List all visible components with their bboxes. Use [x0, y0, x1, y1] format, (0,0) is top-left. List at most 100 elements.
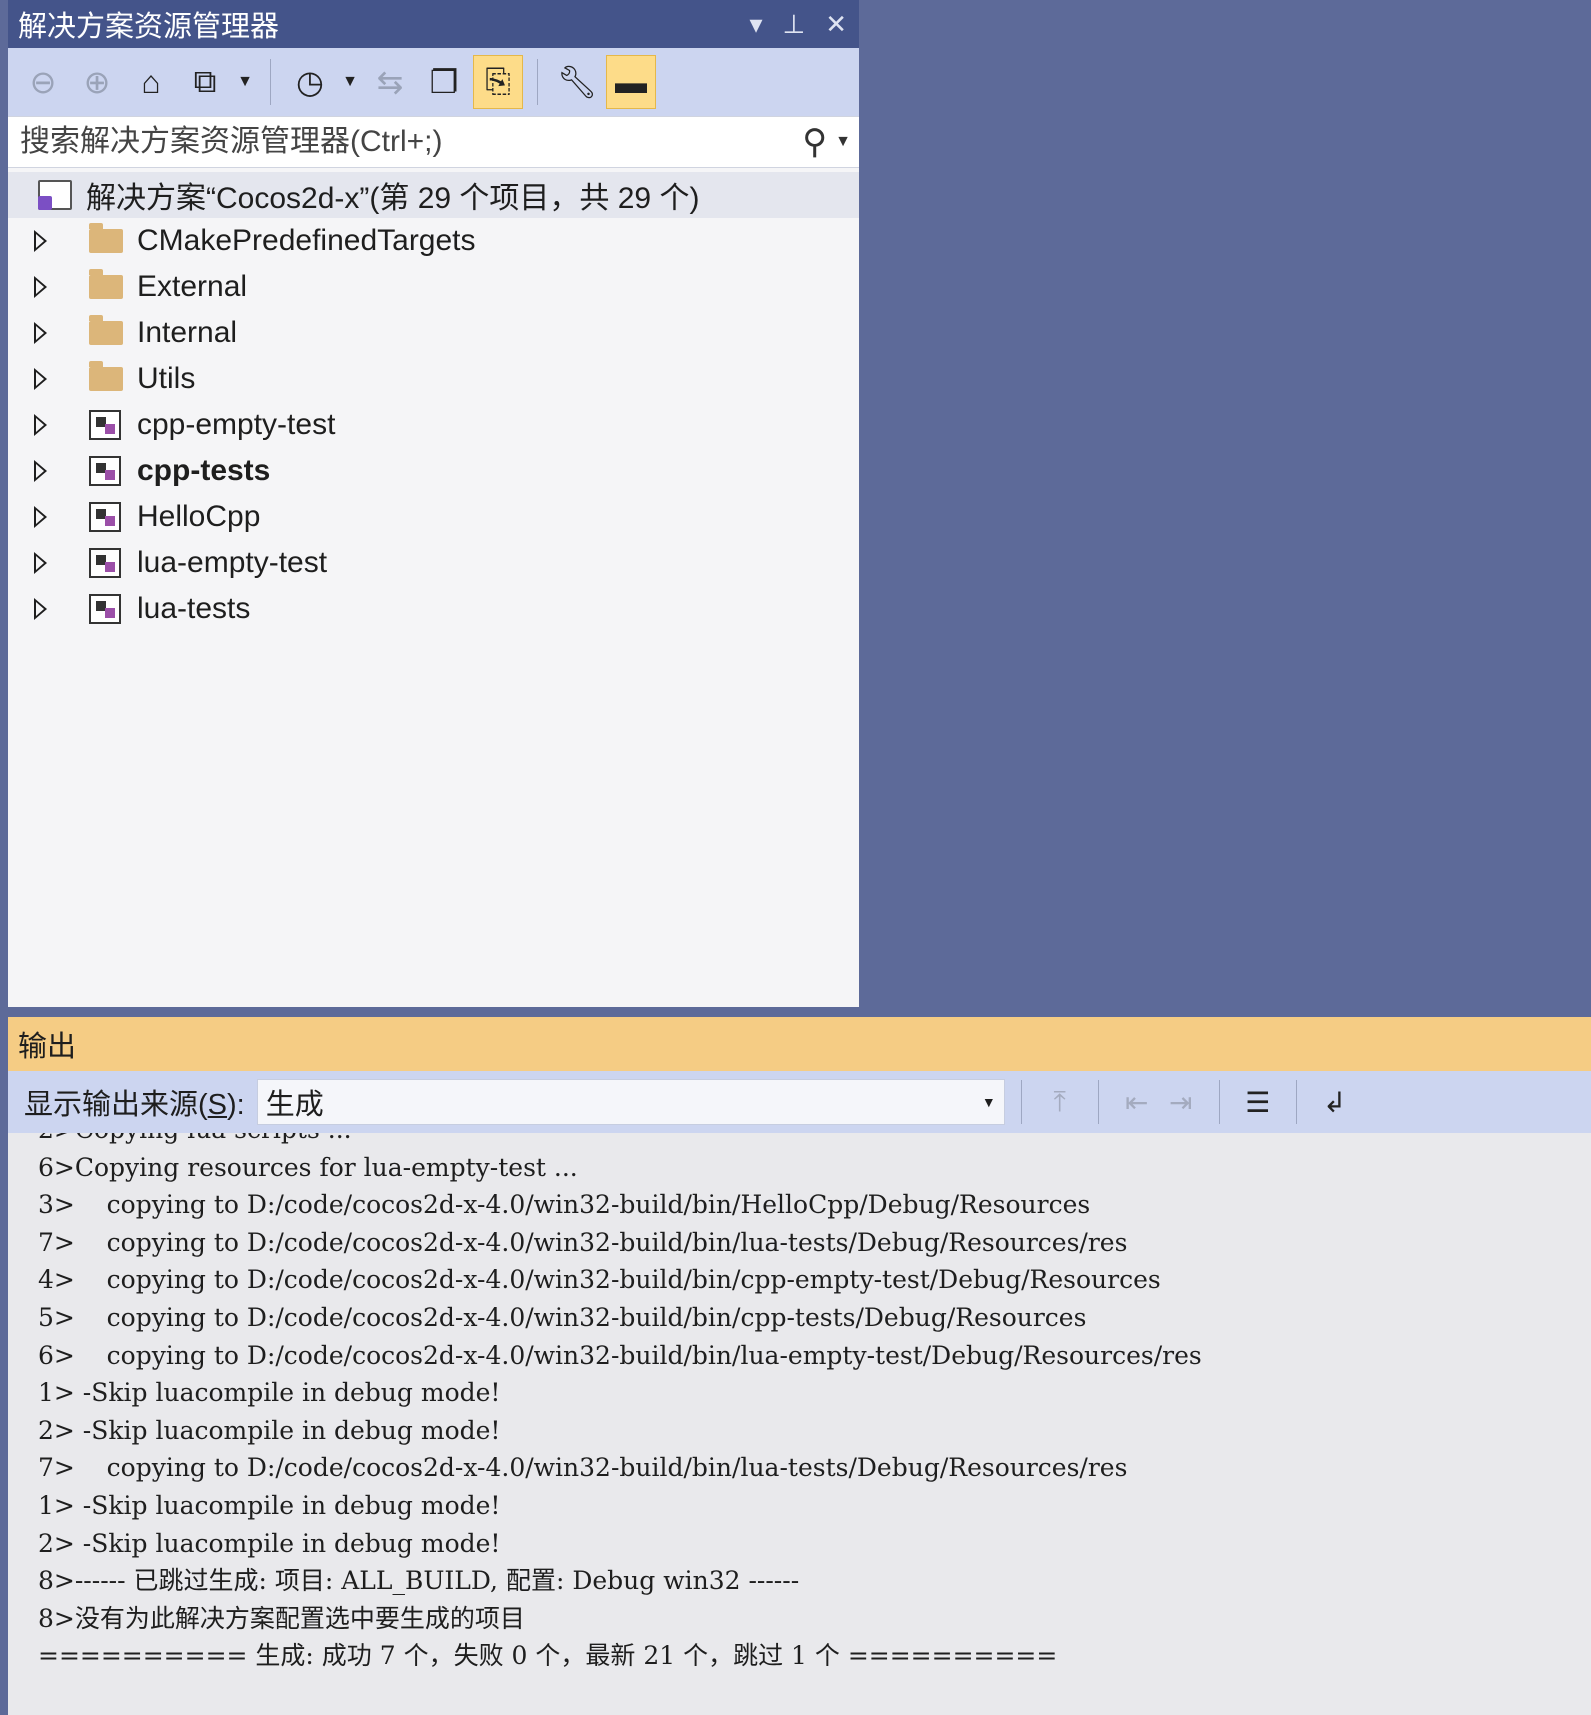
output-line: 2> -Skip luacompile in debug mode! — [38, 1528, 501, 1558]
output-line: 4> copying to D:/code/cocos2d-x-4.0/win3… — [38, 1265, 1161, 1295]
tree-item-label: Utils — [137, 362, 196, 395]
tree-item-utils[interactable]: Utils — [8, 356, 859, 402]
toolbar-separator — [1097, 1080, 1099, 1124]
output-line: 6> copying to D:/code/cocos2d-x-4.0/win3… — [38, 1340, 1202, 1370]
folder-icon — [89, 269, 123, 299]
expand-arrow-icon[interactable] — [34, 598, 47, 620]
cpp-project-icon — [89, 410, 121, 440]
solution-explorer-panel: 解决方案资源管理器 ▾ ⊥ ✕ ⊖ ⊕ ⌂ ⧉ ▼ ◷ ▼ ⇆ ❐ ⎘ 🔧︎ ▬… — [8, 0, 859, 1007]
expand-arrow-icon[interactable] — [34, 368, 47, 390]
search-input[interactable] — [18, 124, 782, 160]
output-title: 输出 — [18, 1031, 77, 1063]
output-line: ========== 生成: 成功 7 个，失败 0 个，最新 21 个，跳过 … — [38, 1641, 1058, 1671]
expand-arrow-icon[interactable] — [34, 322, 47, 344]
toolbar-separator — [1218, 1080, 1220, 1124]
solution-icon — [38, 180, 72, 210]
output-line: 7> copying to D:/code/cocos2d-x-4.0/win3… — [38, 1453, 1128, 1483]
folder-icon — [89, 361, 123, 391]
folder-icon — [89, 223, 123, 253]
tree-item-cpp-tests[interactable]: cpp-tests — [8, 448, 859, 494]
output-line: 7> copying to D:/code/cocos2d-x-4.0/win3… — [38, 1227, 1128, 1257]
tree-item-label: Internal — [137, 316, 238, 349]
toolbar-separator — [537, 59, 538, 105]
solution-explorer-title: 解决方案资源管理器 — [18, 11, 280, 43]
clear-all-icon[interactable]: ☰ — [1236, 1078, 1280, 1126]
output-text-area[interactable]: 2>Copying lua scripts ... 6>Copying reso… — [8, 1133, 1591, 1715]
tree-item-hellocpp[interactable]: HelloCpp — [8, 494, 859, 540]
tree-item-label-startup: cpp-tests — [137, 454, 271, 487]
forward-icon[interactable]: ⊕ — [72, 55, 122, 109]
output-panel: 输出 显示输出来源(S): 生成 ▼ ⤒ ⇤ ⇥ ☰ ↲ 2>Copying l… — [8, 1017, 1591, 1715]
solution-explorer-toolbar: ⊖ ⊕ ⌂ ⧉ ▼ ◷ ▼ ⇆ ❐ ⎘ 🔧︎ ▬ — [8, 48, 859, 116]
folder-icon — [89, 315, 123, 345]
solution-tree: 解决方案“Cocos2d-x”(第 29 个项目，共 29 个) CMakePr… — [8, 168, 859, 632]
chevron-down-icon: ▼ — [981, 1094, 996, 1110]
expand-arrow-icon[interactable] — [34, 276, 47, 298]
window-position-dropdown-icon[interactable]: ▾ — [749, 11, 762, 37]
pending-changes-filter-icon[interactable]: ◷ — [285, 55, 335, 109]
cpp-project-icon — [89, 456, 121, 486]
tree-item-lua-empty-test[interactable]: lua-empty-test — [8, 540, 859, 586]
solution-root-node[interactable]: 解决方案“Cocos2d-x”(第 29 个项目，共 29 个) — [8, 172, 859, 218]
next-message-icon[interactable]: ⇥ — [1159, 1078, 1203, 1126]
output-line: 1> -Skip luacompile in debug mode! — [38, 1490, 501, 1520]
cpp-project-icon — [89, 548, 121, 578]
tree-item-label: External — [137, 270, 248, 303]
output-line: 2> -Skip luacompile in debug mode! — [38, 1415, 501, 1445]
output-line: 8>没有为此解决方案配置选中要生成的项目 — [38, 1603, 525, 1633]
solution-root-label: 解决方案“Cocos2d-x”(第 29 个项目，共 29 个) — [86, 182, 700, 215]
sync-with-active-document-icon[interactable]: ⇆ — [365, 55, 415, 109]
switch-views-dropdown-icon[interactable]: ▼ — [234, 73, 256, 91]
output-source-label: 显示输出来源(S): — [24, 1089, 245, 1121]
properties-wrench-icon[interactable]: 🔧︎ — [552, 55, 602, 109]
show-all-files-icon[interactable]: ⎘ — [473, 55, 523, 109]
search-icon[interactable]: ⚲ — [802, 122, 827, 162]
output-line: 2>Copying lua scripts ... — [38, 1133, 1591, 1149]
tree-item-lua-tests[interactable]: lua-tests — [8, 586, 859, 632]
tree-item-label: HelloCpp — [137, 500, 261, 533]
tree-item-cmakepredefinedtargets[interactable]: CMakePredefinedTargets — [8, 218, 859, 264]
cpp-project-icon — [89, 502, 121, 532]
output-line: 1> -Skip luacompile in debug mode! — [38, 1378, 501, 1408]
output-title-bar[interactable]: 输出 — [8, 1017, 1591, 1071]
toggle-word-wrap-icon[interactable]: ↲ — [1313, 1078, 1357, 1126]
tree-item-label: cpp-empty-test — [137, 408, 336, 441]
output-source-select[interactable]: 生成 ▼ — [256, 1079, 1005, 1125]
collapse-all-icon[interactable]: ❐ — [419, 55, 469, 109]
tree-item-cpp-empty-test[interactable]: cpp-empty-test — [8, 402, 859, 448]
pin-icon[interactable]: ⊥ — [783, 11, 806, 37]
solution-explorer-title-bar[interactable]: 解决方案资源管理器 ▾ ⊥ ✕ — [8, 0, 859, 48]
tree-item-internal[interactable]: Internal — [8, 310, 859, 356]
close-icon[interactable]: ✕ — [825, 11, 847, 37]
switch-views-icon[interactable]: ⧉ — [180, 55, 230, 109]
cpp-project-icon — [89, 594, 121, 624]
preview-selected-items-icon[interactable]: ▬ — [606, 55, 656, 109]
title-controls: ▾ ⊥ ✕ — [749, 0, 847, 48]
previous-message-icon[interactable]: ⇤ — [1115, 1078, 1159, 1126]
toolbar-separator — [1020, 1080, 1022, 1124]
tree-item-label: lua-tests — [137, 592, 251, 625]
back-icon[interactable]: ⊖ — [18, 55, 68, 109]
output-line: 6>Copying resources for lua-empty-test .… — [38, 1152, 578, 1182]
tree-item-external[interactable]: External — [8, 264, 859, 310]
home-icon[interactable]: ⌂ — [126, 55, 176, 109]
filter-dropdown-icon[interactable]: ▼ — [339, 73, 361, 91]
toolbar-separator — [270, 59, 271, 105]
search-options-dropdown-icon[interactable]: ▼ — [835, 133, 851, 151]
expand-arrow-icon[interactable] — [34, 506, 47, 528]
expand-arrow-icon[interactable] — [34, 230, 47, 252]
output-line: 3> copying to D:/code/cocos2d-x-4.0/win3… — [38, 1190, 1091, 1220]
toolbar-separator — [1295, 1080, 1297, 1124]
expand-arrow-icon[interactable] — [34, 414, 47, 436]
expand-arrow-icon[interactable] — [34, 552, 47, 574]
expand-arrow-icon[interactable] — [34, 460, 47, 482]
tree-item-label: CMakePredefinedTargets — [137, 224, 476, 257]
find-message-in-code-icon[interactable]: ⤒ — [1038, 1078, 1082, 1126]
tree-item-label: lua-empty-test — [137, 546, 328, 579]
output-line: 5> copying to D:/code/cocos2d-x-4.0/win3… — [38, 1302, 1087, 1332]
output-source-value: 生成 — [265, 1089, 324, 1121]
solution-explorer-search: ⚲ ▼ — [8, 116, 859, 168]
output-line: 8>------ 已跳过生成: 项目: ALL_BUILD, 配置: Debug… — [38, 1566, 800, 1596]
output-toolbar: 显示输出来源(S): 生成 ▼ ⤒ ⇤ ⇥ ☰ ↲ — [8, 1071, 1591, 1133]
search-icons: ⚲ ▼ — [802, 117, 851, 167]
